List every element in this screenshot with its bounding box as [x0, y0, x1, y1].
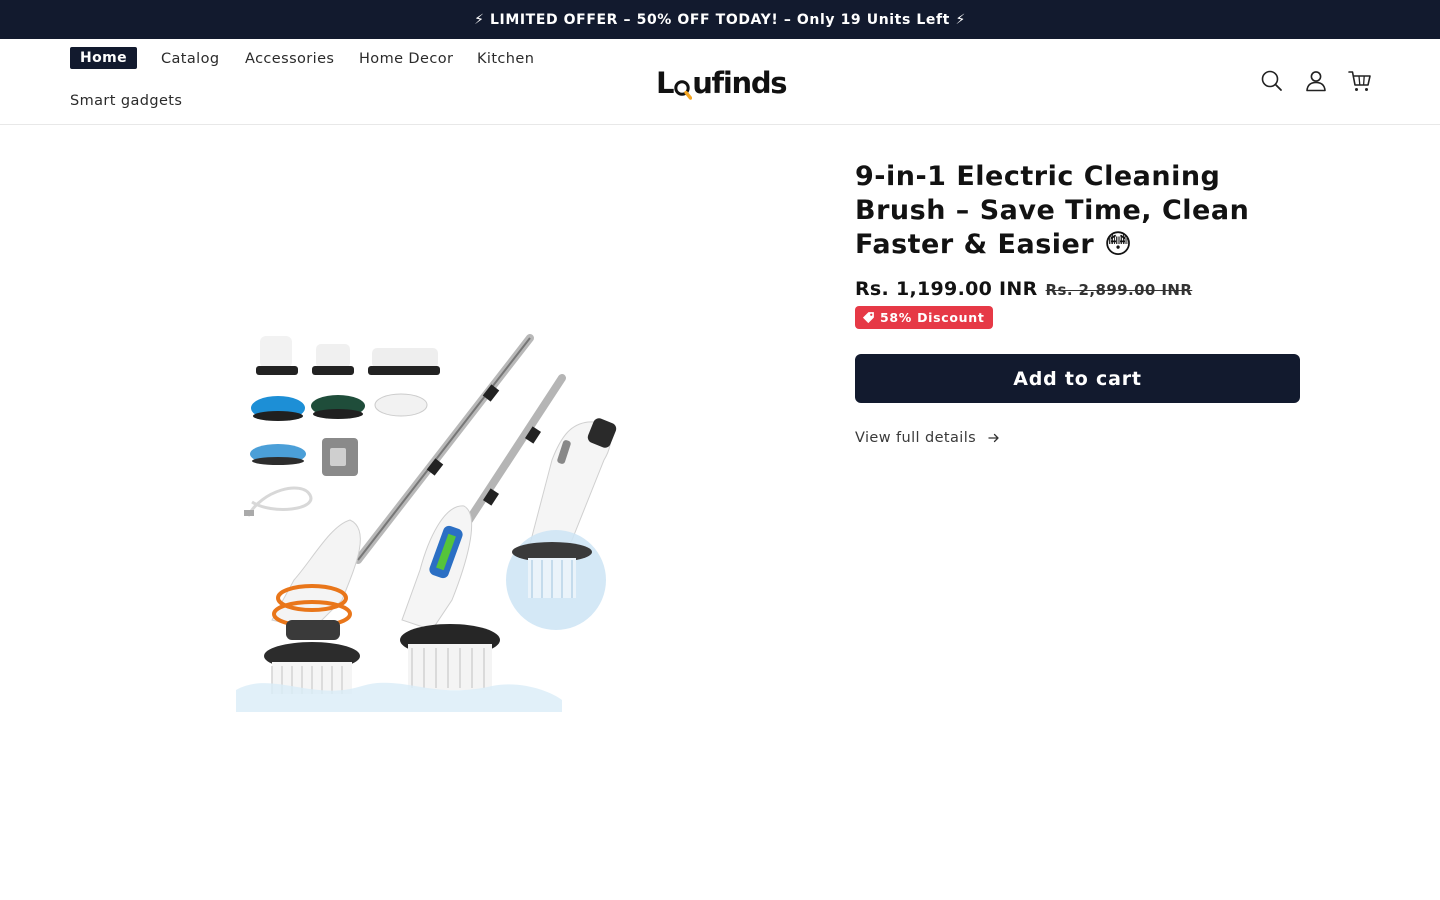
nav-item-accessories[interactable]: Accessories [245, 51, 334, 67]
view-full-details-link[interactable]: View full details [855, 430, 1000, 446]
add-to-cart-button[interactable]: Add to cart [855, 354, 1300, 403]
arrow-right-icon [988, 433, 1000, 443]
announcement-bar: ⚡ LIMITED OFFER – 50% OFF TODAY! – Only … [0, 0, 1440, 39]
product-title: 9-in-1 Electric Cleaning Brush – Save Ti… [855, 161, 1250, 260]
price-row: Rs. 1,199.00 INR Rs. 2,899.00 INR [855, 278, 1192, 300]
product-image[interactable] [232, 330, 622, 712]
nav-item-smart-gadgets[interactable]: Smart gadgets [70, 93, 182, 109]
announcement-text: ⚡ LIMITED OFFER – 50% OFF TODAY! – Only … [474, 11, 966, 28]
regular-price: Rs. 2,899.00 INR [1045, 281, 1193, 299]
view-full-details-label: View full details [855, 430, 977, 446]
sale-price: Rs. 1,199.00 INR [855, 278, 1038, 300]
discount-badge: 58% Discount [855, 306, 993, 329]
site-header: Home Catalog Accessories Home Decor Kitc… [0, 39, 1440, 125]
search-icon[interactable] [1259, 68, 1285, 94]
magnifier-o-icon [674, 73, 693, 100]
site-logo[interactable]: L ufinds [656, 63, 788, 103]
discount-badge-label: 58% Discount [880, 310, 985, 325]
brush-right [506, 418, 617, 630]
account-icon[interactable] [1303, 68, 1329, 94]
nav-item-catalog[interactable]: Catalog [161, 51, 220, 67]
logo-text-start: L [656, 66, 675, 100]
nav-item-kitchen[interactable]: Kitchen [477, 51, 534, 67]
nav-item-home-decor[interactable]: Home Decor [359, 51, 453, 67]
logo-text-end: ufinds [692, 66, 787, 100]
cart-icon[interactable] [1347, 68, 1373, 94]
nav-item-home[interactable]: Home [70, 47, 138, 69]
tag-icon [862, 311, 875, 324]
